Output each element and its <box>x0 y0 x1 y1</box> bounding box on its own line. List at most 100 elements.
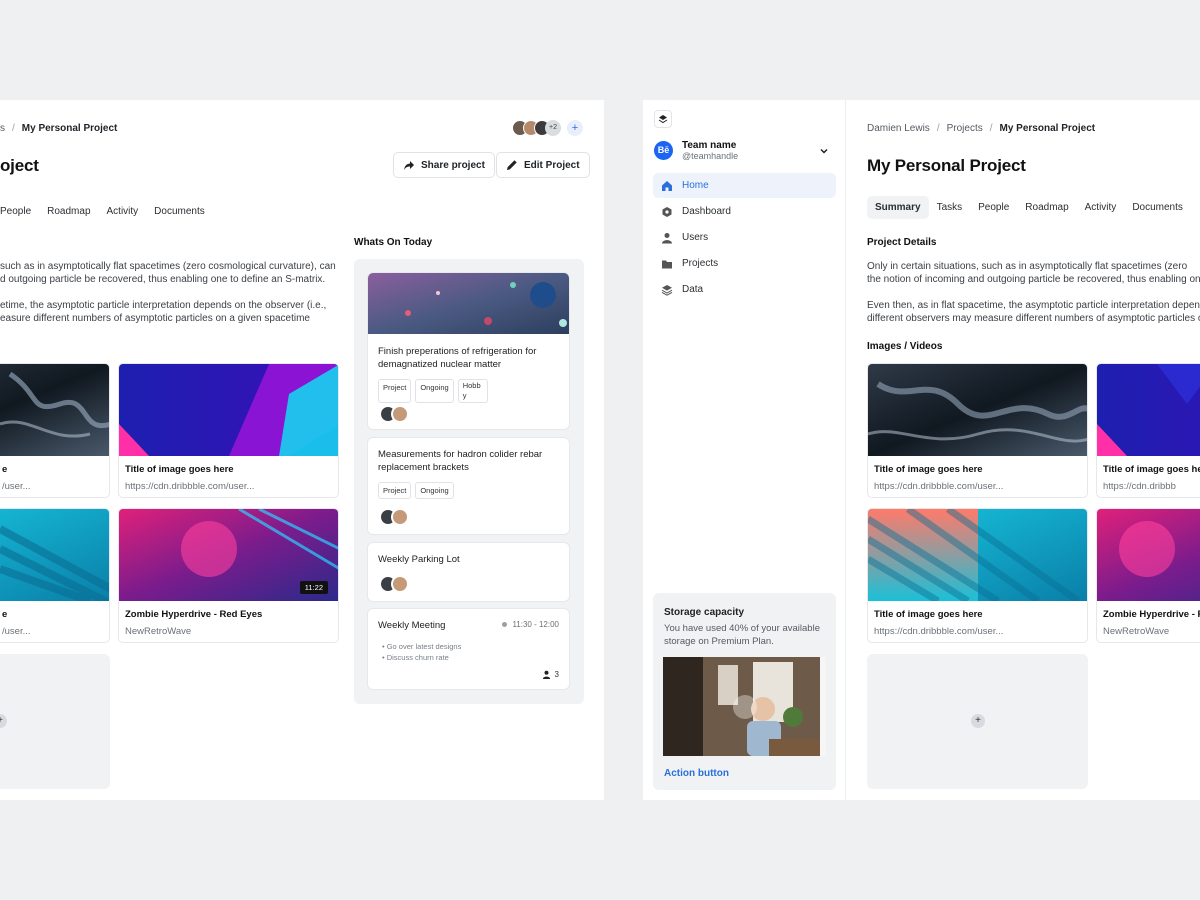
sidebar-item-dashboard[interactable]: Dashboard <box>653 199 836 224</box>
text-line: the notion of incoming and outgoing part… <box>867 274 1200 285</box>
media-card[interactable]: Title of image goes here https://cdn.dri… <box>867 363 1088 498</box>
sidebar-item-data[interactable]: Data <box>653 277 836 302</box>
card-url[interactable]: https://cdn.dribbble.com/user... <box>874 626 1003 637</box>
meeting-card[interactable]: Weekly Meeting 11:30 - 12:00 • Go over l… <box>367 608 570 690</box>
sidebar-item-users[interactable]: Users <box>653 225 836 250</box>
card-url[interactable]: /user... <box>2 626 31 637</box>
text-line: different observers may measure differen… <box>867 313 1200 324</box>
folder-icon <box>662 260 672 268</box>
tag: Ongoing <box>415 379 454 403</box>
sidebar-item-projects[interactable]: Projects <box>653 251 836 276</box>
avatar <box>391 508 409 526</box>
text-line: d outgoing particle be recovered, thus e… <box>0 274 326 285</box>
card-title: Zombie Hyperdrive - R <box>1103 609 1200 620</box>
text-line: easure different numbers of asymptotic p… <box>0 313 310 324</box>
task-title: Measurements for hadron colider rebar rep… <box>378 448 542 474</box>
tag: Ongoing <box>415 482 454 499</box>
breadcrumb: s / My Personal Project <box>0 123 117 134</box>
add-media-card[interactable]: + <box>0 654 110 789</box>
play-button-icon <box>733 695 757 719</box>
storage-title: Storage capacity <box>664 607 745 618</box>
text-line: etime, the asymptotic particle interpret… <box>0 300 327 311</box>
media-card[interactable]: e /user... <box>0 508 110 643</box>
task-card[interactable]: Weekly Parking Lot <box>367 542 570 602</box>
add-member-button[interactable]: + <box>567 120 583 136</box>
user-icon <box>662 232 672 243</box>
sidebar-item-label: Home <box>682 180 709 191</box>
tab-activity[interactable]: Activity <box>1077 196 1125 219</box>
abstract-thumbnail <box>119 364 338 456</box>
card-title: Title of image goes here <box>874 609 983 620</box>
tab-documents[interactable]: Documents <box>146 200 213 223</box>
tab-activity[interactable]: Activity <box>99 200 147 223</box>
text-line: storage on Premium Plan. <box>664 636 774 647</box>
text-line: Finish preperations of refrigeration for <box>378 346 537 357</box>
video-card[interactable]: Zombie Hyperdrive - R NewRetroWave <box>1096 508 1200 643</box>
card-url[interactable]: https://cdn.dribbb <box>1103 481 1176 492</box>
tab-tasks[interactable]: Tasks <box>929 196 971 219</box>
agenda-text: Discuss churn rate <box>386 653 449 662</box>
tab-documents[interactable]: Documents <box>1124 196 1191 219</box>
storage-action-button[interactable]: Action button <box>664 768 729 779</box>
text-line: Only in certain situations, such as in a… <box>867 261 1188 272</box>
share-icon <box>404 161 414 170</box>
avatar <box>391 405 409 423</box>
media-card[interactable]: Title of image goes here https://cdn.dri… <box>118 363 339 498</box>
card-subtitle: NewRetroWave <box>125 626 192 637</box>
card-title: Zombie Hyperdrive - Red Eyes <box>125 609 263 620</box>
sidebar-item-home[interactable]: Home <box>653 173 836 198</box>
share-label: Share project <box>421 159 485 171</box>
tag: Project <box>378 379 412 403</box>
attendee-count: 3 <box>542 670 559 679</box>
text-line: replacement brackets <box>378 462 469 473</box>
page-title: oject <box>0 156 39 175</box>
tab-people[interactable]: People <box>970 196 1017 219</box>
storage-video-thumbnail[interactable] <box>663 657 826 756</box>
breadcrumb-link-prev[interactable]: s <box>0 123 5 134</box>
breadcrumb-current: My Personal Project <box>999 123 1096 134</box>
breadcrumb-link-projects[interactable]: Projects <box>947 123 983 134</box>
share-project-button[interactable]: Share project <box>393 152 495 178</box>
sidebar-item-label: Data <box>682 284 704 295</box>
agenda-text: Go over latest designs <box>386 642 462 651</box>
task-title: Weekly Parking Lot <box>378 554 460 565</box>
edit-label: Edit Project <box>524 159 580 171</box>
today-heading: Whats On Today <box>354 237 433 248</box>
card-subtitle: NewRetroWave <box>1103 626 1170 637</box>
pencil-icon <box>507 160 517 170</box>
media-card[interactable]: Title of image goes he https://cdn.dribb… <box>1096 363 1200 498</box>
tab-bar: People Roadmap Activity Documents <box>0 200 213 223</box>
tab-people[interactable]: People <box>0 200 39 223</box>
text-line: Even then, as in flat spacetime, the asy… <box>867 300 1200 311</box>
task-card[interactable]: Measurements for hadron colider rebar rep… <box>367 437 570 535</box>
app-logo[interactable] <box>654 110 672 128</box>
breadcrumb-link-user[interactable]: Damien Lewis <box>867 123 930 134</box>
tab-roadmap[interactable]: Roadmap <box>1017 196 1076 219</box>
breadcrumb: Damien Lewis / Projects / My Personal Projec… <box>867 123 1095 134</box>
edit-project-button[interactable]: Edit Project <box>496 152 590 178</box>
avatar-more-count: +2 <box>545 120 561 136</box>
images-videos-heading: Images / Videos <box>867 341 943 352</box>
video-card[interactable]: 11:22 Zombie Hyperdrive - Red Eyes NewRe… <box>118 508 339 643</box>
team-logo: Bē <box>654 141 673 160</box>
member-avatars[interactable]: +2 <box>512 120 561 136</box>
task-card[interactable]: Finish preperations of refrigeration for… <box>367 272 570 430</box>
media-card[interactable]: e /user... <box>0 363 110 498</box>
zombie-thumbnail <box>1097 509 1200 601</box>
tag-list: Project Ongoing Hobb y <box>378 379 488 403</box>
plus-icon: + <box>971 714 985 728</box>
card-url[interactable]: https://cdn.dribbble.com/user... <box>874 481 1003 492</box>
team-switcher[interactable]: Bē Team name @teamhandle <box>653 140 836 162</box>
card-url[interactable]: /user... <box>2 481 31 492</box>
media-card[interactable]: Title of image goes here https://cdn.dri… <box>867 508 1088 643</box>
home-icon <box>662 180 672 191</box>
project-details-heading: Project Details <box>867 237 937 248</box>
meeting-time: 11:30 - 12:00 <box>502 620 559 629</box>
card-url[interactable]: https://cdn.dribbble.com/user... <box>125 481 254 492</box>
tag: Project <box>378 482 412 499</box>
add-media-card[interactable]: + <box>867 654 1088 789</box>
meeting-agenda: • Go over latest designs • Discuss churn… <box>382 641 461 663</box>
tab-roadmap[interactable]: Roadmap <box>39 200 98 223</box>
text-line: demagnatized nuclear matter <box>378 359 502 370</box>
tab-summary[interactable]: Summary <box>867 196 929 219</box>
